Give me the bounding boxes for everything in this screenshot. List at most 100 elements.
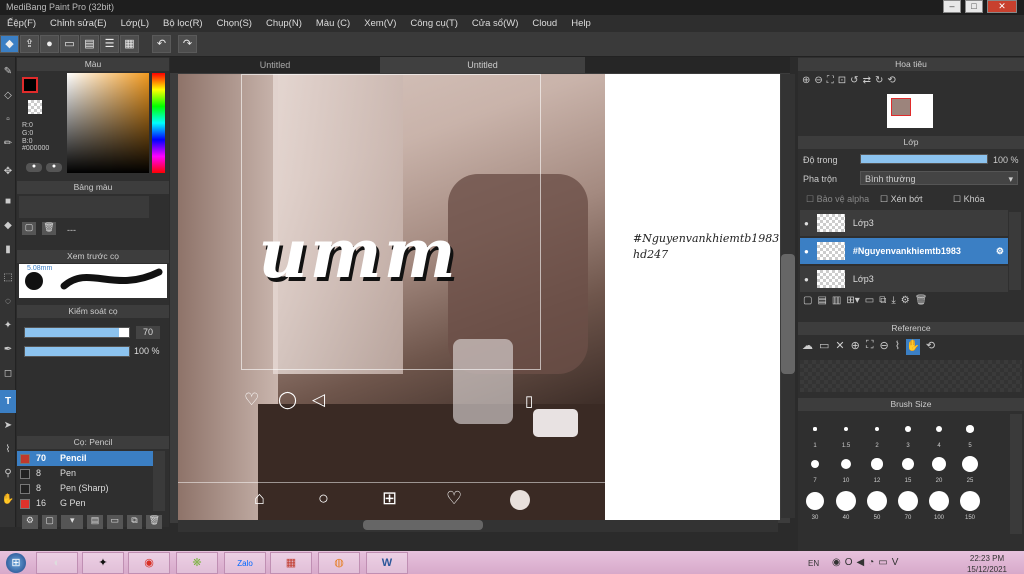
menu-file[interactable]: Ếệp(F) <box>0 15 43 32</box>
menu-window[interactable]: Cửa sổ(W) <box>465 15 525 32</box>
swatch-area[interactable] <box>19 196 149 218</box>
grid-icon[interactable]: ▦ <box>120 35 139 53</box>
zoom-actual-icon[interactable]: ⊡ <box>838 75 846 91</box>
eye-icon[interactable]: ● <box>804 275 809 284</box>
brush-size-dot[interactable] <box>836 491 856 511</box>
brush-size-dot[interactable] <box>929 491 949 511</box>
brush-list-scrollbar[interactable] <box>153 451 165 511</box>
brush-list-item[interactable]: 16 G Pen <box>17 496 153 511</box>
list-icon[interactable]: ☰ <box>100 35 119 53</box>
start-button[interactable]: ⊞ <box>6 553 26 573</box>
close-button[interactable]: ✕ <box>987 0 1017 13</box>
navigator-viewport[interactable] <box>891 98 911 116</box>
hand-tool-icon[interactable]: ✋ <box>0 488 16 511</box>
add-swatch-icon[interactable]: ▢ <box>22 222 36 235</box>
brush-size-dot[interactable] <box>840 458 852 470</box>
ref-fit-icon[interactable]: ⛶ <box>866 339 874 355</box>
eraser-tool-icon[interactable]: ◇ <box>0 84 16 107</box>
zoom-out-icon[interactable]: ⊖ <box>814 75 822 91</box>
word-icon[interactable]: W <box>366 552 408 574</box>
ref-reset-icon[interactable]: ⟲ <box>926 339 935 355</box>
document-icon[interactable]: ▤ <box>80 35 99 53</box>
menu-filter[interactable]: Bộ lọc(R) <box>156 15 210 32</box>
rotate-left-icon[interactable]: ↺ <box>850 75 858 91</box>
grid-app-icon[interactable]: ▦ <box>270 552 312 574</box>
brush-opacity-slider[interactable] <box>24 346 130 357</box>
cloud-icon[interactable]: ☁ <box>802 339 813 355</box>
app-icon[interactable]: ❋ <box>176 552 218 574</box>
brush-size-dot[interactable] <box>966 425 974 433</box>
volume-icon[interactable]: ◀ <box>857 557 869 568</box>
brush-list-item[interactable]: 70 Pencil <box>17 451 153 466</box>
brush-size-slider[interactable] <box>24 327 130 338</box>
select-pen-icon[interactable]: ✒ <box>0 338 16 361</box>
brush-size-dot[interactable] <box>935 425 943 433</box>
ref-zoom-out-icon[interactable]: ⊖ <box>880 339 889 355</box>
copy-brush-icon[interactable]: ▤ <box>87 515 103 529</box>
blend-mode-select[interactable]: Bình thường ▾ <box>860 171 1018 185</box>
brush-size-dot[interactable] <box>805 491 825 511</box>
layer-row[interactable]: ● Lớp3 <box>800 266 1008 292</box>
brush-size-dot[interactable] <box>901 457 915 471</box>
zoom-tray-icon[interactable]: ◉ <box>832 557 845 568</box>
opera-tray-icon[interactable]: O <box>845 557 857 568</box>
lasso-tool-icon[interactable]: ◌ <box>0 290 16 313</box>
open-folder-icon[interactable]: ▭ <box>819 339 829 355</box>
brush-size-dot[interactable] <box>898 491 918 511</box>
vertical-scrollbar[interactable] <box>781 74 795 518</box>
menu-tools[interactable]: Công cụ(T) <box>403 15 465 32</box>
eye-icon[interactable]: ● <box>804 219 809 228</box>
chrome-icon[interactable]: ◉ <box>128 552 170 574</box>
bucket-tool-icon[interactable]: ◆ <box>0 214 16 237</box>
brush-list-item[interactable]: 8 Pen (Sharp) <box>17 481 153 496</box>
transparent-color[interactable] <box>28 100 42 114</box>
navigator-thumbnail[interactable] <box>887 94 933 128</box>
menu-view[interactable]: Xem(V) <box>357 15 403 32</box>
menu-select[interactable]: Chọn(S) <box>210 15 259 32</box>
select-eraser-icon[interactable]: ◻ <box>0 362 16 385</box>
comment-icon[interactable]: ● <box>40 35 59 53</box>
gradient-tool-icon[interactable]: ▮ <box>0 238 16 261</box>
brush-size-dot[interactable] <box>961 455 979 473</box>
layer-settings-icon[interactable]: ⚙ <box>901 295 910 309</box>
new-layer-icon[interactable]: ▢ <box>803 295 812 309</box>
duplicate-layer-icon[interactable]: ⧉ <box>879 295 886 309</box>
tab-untitled-2[interactable]: Untitled <box>380 57 585 73</box>
menu-color[interactable]: Màu (C) <box>309 15 357 32</box>
pen-tool-icon[interactable]: ✏ <box>0 132 16 155</box>
text-tool-icon[interactable]: T <box>0 390 16 413</box>
select-tool-icon[interactable]: ⬚ <box>0 266 16 289</box>
delete-brush-icon[interactable]: 🗑 <box>146 515 163 529</box>
eye-icon[interactable]: ● <box>804 247 809 256</box>
layer-opacity-slider[interactable] <box>860 154 988 164</box>
brush-list-item[interactable]: 8 Pen <box>17 466 153 481</box>
foreground-color[interactable] <box>22 77 38 93</box>
vietkey-icon[interactable]: V <box>892 557 903 568</box>
ref-eyedropper-icon[interactable]: ⌇ <box>895 339 900 355</box>
zalo-icon[interactable]: Zalo <box>224 552 266 574</box>
ref-hand-icon[interactable]: ✋ <box>906 339 920 355</box>
color-mode-icon[interactable]: ● <box>26 163 42 172</box>
chat-icon[interactable]: ▭ <box>60 35 79 53</box>
new-brush-icon[interactable]: ▢ <box>41 515 58 529</box>
layer-row[interactable]: ● Lớp3 <box>800 210 1008 236</box>
redo-icon[interactable]: ↷ <box>178 35 197 53</box>
vertical-scroll-thumb[interactable] <box>781 254 795 374</box>
brush-size-dot[interactable] <box>960 491 980 511</box>
reference-canvas[interactable] <box>800 360 1022 392</box>
brush-size-dot[interactable] <box>813 427 817 431</box>
menu-edit[interactable]: Chỉnh sửa(E) <box>43 15 114 32</box>
ref-zoom-in-icon[interactable]: ⊕ <box>851 339 860 355</box>
new-layer-1bit-icon[interactable]: ▥ <box>832 295 841 309</box>
brush-size-dot[interactable] <box>931 456 947 472</box>
move-tool-icon[interactable]: ✥ <box>0 160 16 183</box>
operation-tool-icon[interactable]: ➤ <box>0 414 16 437</box>
magic-wand-icon[interactable]: ✦ <box>0 314 16 337</box>
brush-size-value[interactable]: 70 <box>136 326 160 339</box>
dot-tool-icon[interactable]: ▫ <box>0 108 16 131</box>
protect-alpha-checkbox[interactable]: ☐ Bảo vệ alpha <box>806 194 869 205</box>
flip-icon[interactable]: ⇄ <box>863 75 871 91</box>
new-layer-8bit-icon[interactable]: ▤ <box>817 295 826 309</box>
lock-checkbox[interactable]: ☐ Khóa <box>953 194 985 205</box>
brush-size-dot[interactable] <box>867 491 887 511</box>
